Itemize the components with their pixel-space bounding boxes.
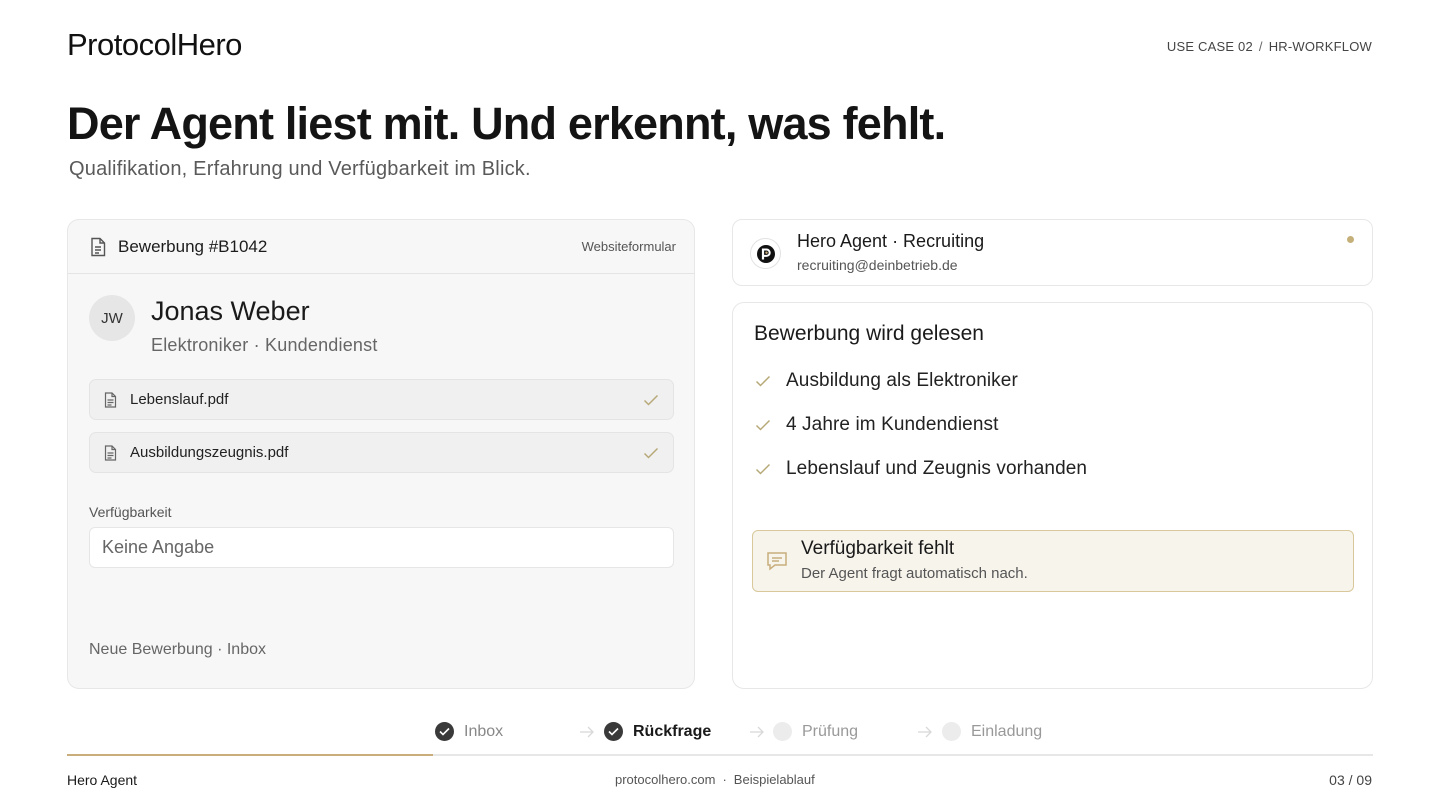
file-name: Ausbildungszeugnis.pdf	[130, 444, 289, 461]
alert-text: Der Agent fragt automatisch nach.	[801, 565, 1028, 582]
application-header: Bewerbung #B1042 Websiteformular	[68, 220, 694, 274]
applicant-info: JW Jonas Weber Elektroniker · Kundendien…	[89, 295, 378, 356]
footer-brand: Hero Agent	[67, 772, 138, 788]
file-icon	[104, 391, 117, 408]
step-label: Rückfrage	[633, 722, 712, 740]
progress-fill	[67, 754, 433, 756]
step-rueckfrage[interactable]: Rückfrage	[604, 722, 711, 741]
step-inbox[interactable]: Inbox	[435, 722, 503, 741]
step-label: Inbox	[464, 722, 504, 740]
page-counter: 03 / 09	[1329, 772, 1372, 788]
application-title: Bewerbung #B1042	[118, 236, 268, 256]
arrow-right-icon	[918, 726, 932, 738]
arrow-right-icon	[580, 726, 594, 738]
workflow-label: HR-WORKFLOW	[1268, 39, 1372, 54]
agent-email: recruiting@deinbetrieb.de	[797, 257, 958, 273]
footer-label: Beispielablauf	[733, 772, 815, 787]
footer-center: protocolhero.com · Beispielablauf	[615, 772, 815, 787]
checkmark-icon	[755, 375, 771, 387]
file-name: Lebenslauf.pdf	[130, 391, 229, 408]
alert-title: Verfügbarkeit fehlt	[801, 538, 955, 559]
step-done-icon	[604, 722, 623, 741]
missing-availability-alert: Verfügbarkeit fehlt Der Agent fragt auto…	[752, 530, 1354, 592]
check-item-label: 4 Jahre im Kundendienst	[786, 414, 999, 435]
usecase-breadcrumb: USE CASE 02 / HR-WORKFLOW	[1167, 39, 1372, 54]
check-item: 4 Jahre im Kundendienst	[755, 414, 999, 436]
footer-site-link[interactable]: protocolhero.com	[615, 772, 715, 787]
step-label: Einladung	[971, 722, 1043, 740]
avatar: JW	[89, 295, 135, 341]
file-item-ausbildungszeugnis[interactable]: Ausbildungszeugnis.pdf	[89, 432, 674, 473]
reading-title: Bewerbung wird gelesen	[754, 322, 984, 345]
availability-field[interactable]: Keine Angabe	[89, 527, 674, 568]
page-headline: Der Agent liest mit. Und erkennt, was fe…	[67, 98, 946, 149]
applicant-name: Jonas Weber	[151, 296, 310, 326]
agent-logo-icon	[750, 238, 781, 269]
step-done-icon	[435, 722, 454, 741]
application-source: Websiteformular	[581, 239, 676, 254]
step-pending-icon	[773, 722, 792, 741]
agent-card: Hero Agent · Recruiting recruiting@deinb…	[732, 219, 1373, 286]
protocolhero-logo: ProtocolHero	[67, 27, 242, 62]
breadcrumb-separator: /	[1258, 39, 1263, 54]
status-dot-icon	[1347, 236, 1354, 243]
file-item-lebenslauf[interactable]: Lebenslauf.pdf	[89, 379, 674, 420]
step-einladung[interactable]: Einladung	[942, 722, 1042, 741]
file-icon	[104, 444, 117, 461]
application-footer: Neue Bewerbung · Inbox	[89, 641, 266, 658]
reading-card: Bewerbung wird gelesen Ausbildung als El…	[732, 302, 1373, 689]
arrow-right-icon	[750, 726, 764, 738]
chat-bubble-icon	[767, 552, 787, 571]
usecase-label: USE CASE 02	[1166, 39, 1253, 54]
footer-separator: ·	[722, 772, 727, 787]
checkmark-icon	[643, 394, 659, 406]
checkmark-icon	[755, 463, 771, 475]
applicant-role: Elektroniker · Kundendienst	[151, 335, 378, 355]
availability-label: Verfügbarkeit	[89, 504, 172, 520]
step-pending-icon	[942, 722, 961, 741]
check-item-label: Lebenslauf und Zeugnis vorhanden	[786, 458, 1088, 479]
check-item: Ausbildung als Elektroniker	[755, 370, 1018, 392]
checkmark-icon	[755, 419, 771, 431]
agent-name: Hero Agent · Recruiting	[797, 231, 985, 251]
check-item-label: Ausbildung als Elektroniker	[786, 370, 1018, 391]
step-label: Prüfung	[802, 722, 859, 740]
check-item: Lebenslauf und Zeugnis vorhanden	[755, 458, 1087, 480]
application-card: Bewerbung #B1042 Websiteformular JW Jona…	[67, 219, 695, 689]
checkmark-icon	[643, 447, 659, 459]
document-icon	[91, 237, 106, 256]
page-subline: Qualifikation, Erfahrung und Verfügbarke…	[69, 158, 531, 180]
step-pruefung[interactable]: Prüfung	[773, 722, 858, 741]
